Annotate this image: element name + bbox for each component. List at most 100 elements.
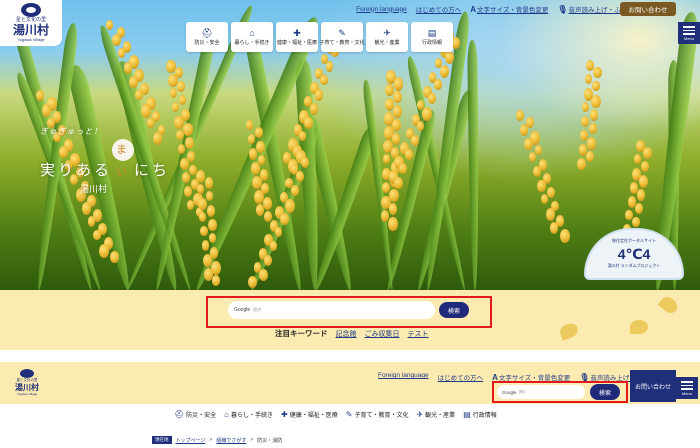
- nav-label: 観光・産業: [425, 413, 456, 419]
- menu-button[interactable]: Menu: [678, 22, 700, 44]
- hamburger-icon-bar: [683, 33, 695, 35]
- google-label: Google: [502, 389, 517, 395]
- badge-main: 4℃4: [617, 246, 651, 262]
- rice-grain: [532, 166, 541, 177]
- rice-grain: [592, 81, 600, 92]
- search-button[interactable]: 検索: [590, 384, 620, 400]
- rice-grain: [393, 91, 402, 103]
- nav-tourism[interactable]: ✈ 観光・産業: [366, 22, 408, 52]
- global-nav-inner: ⛑ 防災・安全 ⌂ 暮らし・手続き ✚ 健康・福祉・医療 ✎ 子育て・教育・文化 ✈ 観光…: [174, 410, 497, 419]
- catch-line3: 湯川村: [80, 184, 108, 194]
- nav-label: 子育て・教育・文化: [319, 40, 365, 46]
- foreign-language-link[interactable]: Foreign language: [378, 372, 429, 382]
- rice-grain: [185, 137, 194, 149]
- rice-grain: [634, 203, 643, 215]
- house-icon: ⌂: [249, 28, 255, 38]
- hamburger-icon-bar: [683, 29, 695, 32]
- rice-grain: [264, 255, 273, 267]
- nav-administration[interactable]: ▤ 行政情報: [463, 410, 497, 419]
- nav-health[interactable]: ✚ 健康・福祉・医療: [276, 22, 318, 52]
- nav-label: 子育て・教育・文化: [354, 413, 409, 419]
- nav-disaster-safety[interactable]: ⛑ 防災・安全: [186, 22, 228, 52]
- rice-grain: [117, 48, 125, 59]
- nav-health[interactable]: ✚ 健康・福祉・医療: [281, 410, 338, 419]
- rice-grain: [212, 275, 220, 286]
- rice-grain: [633, 154, 642, 165]
- hamburger-icon: [681, 381, 693, 383]
- rice-grain: [274, 227, 283, 238]
- menu-label: Menu: [681, 390, 692, 396]
- contact-button[interactable]: お問い合わせ: [620, 2, 676, 16]
- rice-grain: [590, 95, 601, 109]
- rice-grain: [207, 219, 217, 232]
- hamburger-icon-bar: [681, 388, 693, 390]
- rice-leaf: [467, 40, 480, 290]
- text-size-link[interactable]: A文字サイズ・背景色変更: [470, 4, 548, 14]
- rice-grain: [183, 123, 193, 137]
- nav-disaster-safety[interactable]: ⛑ 防災・安全: [174, 410, 216, 419]
- first-visit-link[interactable]: はじめての方へ: [416, 4, 462, 14]
- menu-label: Menu: [683, 35, 694, 41]
- rice-grain: [410, 135, 419, 146]
- search-placeholder: 提供: [518, 389, 526, 394]
- nav-label: 暮らし・手続き: [234, 40, 270, 46]
- rice-grain: [93, 230, 101, 241]
- rice-grain: [135, 90, 143, 101]
- rice-grain: [172, 102, 180, 112]
- rice-grain: [129, 76, 139, 89]
- nav-label: 健康・福祉・医療: [276, 40, 317, 46]
- nav-childcare[interactable]: ✎ 子育て・教育・文化: [346, 410, 409, 419]
- rice-grain: [388, 217, 399, 231]
- rice-grain: [123, 62, 132, 74]
- rice-grain: [516, 110, 524, 121]
- rice-grain: [577, 158, 587, 171]
- nav-living[interactable]: ⌂ 暮らし・手続き: [224, 410, 273, 419]
- first-visit-link[interactable]: はじめての方へ: [438, 372, 484, 382]
- nav-living[interactable]: ⌂ 暮らし・手続き: [231, 22, 273, 52]
- breadcrumb: 現在地 トップページ > 組織でさがす > 防災・消防: [152, 436, 282, 444]
- breadcrumb-link[interactable]: 組織でさがす: [216, 437, 246, 444]
- keyword-link[interactable]: テスト: [408, 329, 429, 339]
- rice-grain: [205, 191, 213, 201]
- rice-grain: [106, 20, 114, 30]
- keyword-link[interactable]: ごみ収集日: [365, 329, 400, 339]
- rice-grain: [206, 205, 216, 217]
- rice-grain: [382, 154, 391, 165]
- rice-grain: [248, 276, 258, 289]
- nav-tourism[interactable]: ✈ 観光・産業: [416, 410, 455, 419]
- rice-grain: [640, 161, 649, 173]
- logo-en: Yugawa Village: [17, 37, 45, 42]
- rice-grain: [198, 198, 207, 210]
- site-logo-small[interactable]: 星と文化の里 湯川村 Yugawa Village: [12, 369, 42, 399]
- tourism-icon: ✈: [383, 28, 391, 38]
- rice-grain: [581, 116, 589, 127]
- search-input[interactable]: Google 提供: [228, 301, 435, 319]
- rice-grain: [258, 269, 268, 281]
- nav-administration[interactable]: ▤ 行政情報: [411, 22, 453, 52]
- logo-mark-icon: [20, 369, 34, 378]
- site-logo[interactable]: 星と文化の里 湯川村 Yugawa Village: [0, 0, 62, 46]
- search-button[interactable]: 検索: [439, 302, 469, 318]
- logo-mark-icon: [21, 3, 41, 17]
- rice-grain: [184, 186, 193, 198]
- rice-grain: [180, 158, 189, 170]
- google-label: Google: [234, 307, 251, 313]
- nav-childcare[interactable]: ✎ 子育て・教育・文化: [319, 22, 365, 52]
- contact-button[interactable]: お問い合わせ: [630, 370, 676, 402]
- search-input[interactable]: Google 提供: [497, 385, 585, 399]
- rice-grain: [41, 104, 52, 118]
- foreign-language-link[interactable]: Foreign language: [356, 6, 407, 13]
- rice-grain: [638, 175, 648, 188]
- separator: [0, 350, 700, 362]
- rice-grain: [99, 244, 109, 258]
- keyword-link[interactable]: 記念館: [336, 329, 357, 339]
- breadcrumb-separator: >: [209, 437, 213, 443]
- tourism-icon: ✈: [416, 410, 424, 419]
- logo-name: 湯川村: [15, 383, 39, 392]
- breadcrumb-link[interactable]: トップページ: [176, 437, 206, 444]
- rice-grain: [246, 120, 254, 131]
- microphone-icon: 🎙: [557, 5, 568, 14]
- menu-button[interactable]: Menu: [676, 377, 698, 399]
- rice-grain: [179, 95, 187, 106]
- ginkgo-leaf-icon: [657, 293, 681, 317]
